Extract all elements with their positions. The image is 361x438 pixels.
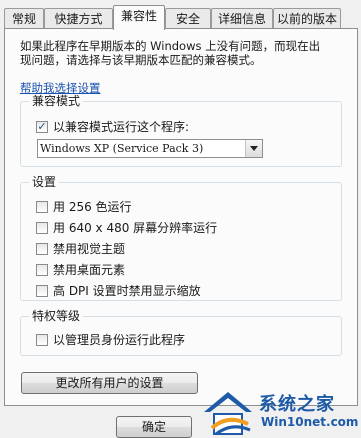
run-as-admin-label: 以管理员身份运行此程序: [53, 333, 186, 347]
tab-security[interactable]: 安全: [165, 8, 211, 28]
compat-mode-checkbox[interactable]: [36, 121, 48, 133]
watermark-logo: 系统之家 Win10net.com: [198, 384, 361, 438]
watermark-url: Win10net.com: [261, 415, 359, 429]
description-line-1: 如果此程序在早期版本的 Windows 上没有问题，而现在出: [20, 39, 321, 53]
tab-details-label: 详细信息: [217, 12, 266, 26]
disable-desktop-composition-checkbox[interactable]: [36, 264, 48, 276]
disable-dpi-scaling-checkbox[interactable]: [36, 285, 48, 297]
chevron-down-icon: [245, 140, 262, 157]
watermark-title: 系统之家: [259, 394, 335, 415]
tab-general[interactable]: 常规: [4, 8, 44, 28]
tab-details[interactable]: 详细信息: [211, 8, 273, 28]
change-all-users-button-label: 更改所有用户的设置: [55, 376, 164, 390]
tab-shortcut-label: 快捷方式: [54, 12, 103, 26]
run-640x480-label: 用 640 x 480 屏幕分辨率运行: [53, 221, 218, 235]
disable-desktop-composition-label: 禁用桌面元素: [53, 263, 126, 277]
run-as-admin-checkbox[interactable]: [36, 334, 48, 346]
os-version-value: Windows XP (Service Pack 3): [40, 142, 204, 155]
disable-dpi-scaling-label: 高 DPI 设置时禁用显示缩放: [53, 284, 201, 298]
run-256-colors-label: 用 256 色运行: [53, 200, 132, 214]
disable-visual-themes-label: 禁用视觉主题: [53, 242, 126, 256]
tab-previous-versions-label: 以前的版本: [276, 12, 337, 26]
tab-security-label: 安全: [175, 12, 200, 26]
tab-compatibility[interactable]: 兼容性: [113, 5, 165, 30]
ok-button-label: 确定: [141, 420, 166, 434]
house-logo-icon: [204, 392, 252, 436]
privilege-level-group-title: 特权等级: [29, 309, 84, 323]
run-256-colors-checkbox[interactable]: [36, 201, 48, 213]
compat-mode-checkbox-label: 以兼容模式运行这个程序:: [53, 120, 190, 134]
disable-visual-themes-checkbox[interactable]: [36, 243, 48, 255]
change-all-users-button[interactable]: 更改所有用户的设置: [21, 372, 198, 394]
settings-group-title: 设置: [29, 175, 60, 189]
description-line-2: 现问题，请选择与该早期版本匹配的兼容模式。: [20, 53, 262, 67]
run-640x480-checkbox[interactable]: [36, 222, 48, 234]
tab-shortcut[interactable]: 快捷方式: [44, 8, 113, 28]
os-version-select[interactable]: Windows XP (Service Pack 3): [37, 139, 263, 158]
properties-dialog: 常规 快捷方式 兼容性 安全 详细信息 以前的版本 如果此程序在早期版本的 Wi…: [0, 0, 361, 438]
tab-general-label: 常规: [11, 12, 36, 26]
tab-compatibility-label: 兼容性: [120, 9, 157, 23]
tab-previous-versions[interactable]: 以前的版本: [273, 8, 341, 28]
ok-button[interactable]: 确定: [116, 416, 192, 438]
compat-mode-group-title: 兼容模式: [29, 94, 84, 108]
